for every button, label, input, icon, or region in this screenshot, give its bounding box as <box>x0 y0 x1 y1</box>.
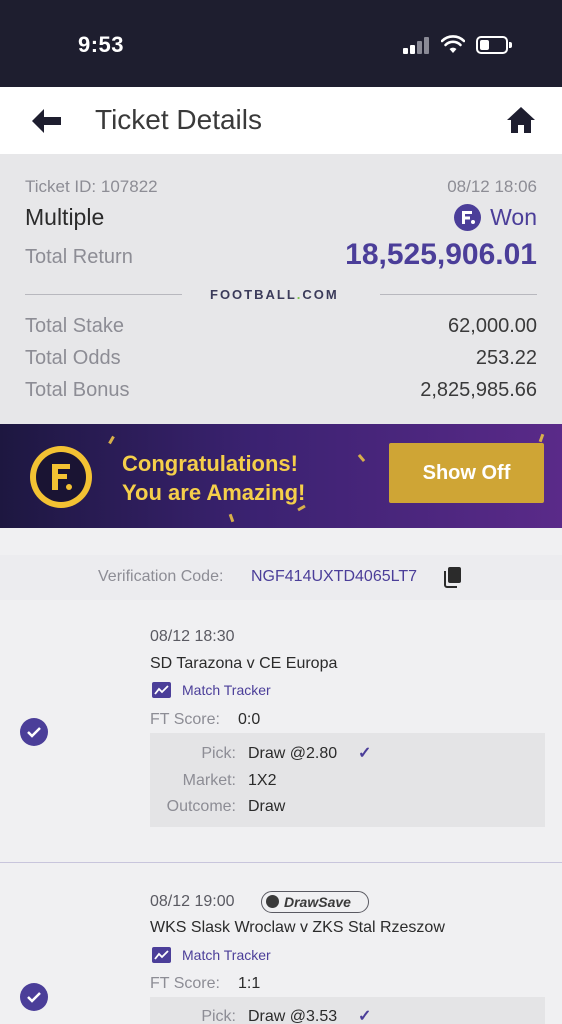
status-bar: 9:53 <box>0 0 562 87</box>
status-label: Won <box>490 204 537 230</box>
score-value: 0:0 <box>238 711 261 728</box>
pick-value: Draw @3.53 <box>248 1008 338 1024</box>
total-stake-label: Total Stake <box>25 315 124 337</box>
pick-check-icon: ✓ <box>358 745 372 762</box>
cellular-signal-icon <box>403 36 433 54</box>
congrats-banner: Congratulations! You are Amazing! Show O… <box>0 424 562 528</box>
pick-label: Pick: <box>201 745 236 762</box>
drawsave-icon <box>266 895 279 908</box>
home-icon[interactable] <box>505 105 537 135</box>
status-time: 9:53 <box>78 32 125 57</box>
verification-label: Verification Code: <box>98 568 224 585</box>
pick-box: Pick: Draw @3.53 ✓ <box>150 997 545 1024</box>
drawsave-badge: DrawSave <box>261 891 369 913</box>
battery-icon <box>476 36 512 54</box>
total-bonus-label: Total Bonus <box>25 379 130 401</box>
total-odds-label: Total Odds <box>25 347 121 369</box>
brand-logo: FOOTBALL.COM <box>210 287 339 302</box>
match-teams: SD Tarazona v CE Europa <box>150 655 338 672</box>
ticket-date: 08/12 18:06 <box>447 177 537 196</box>
bet-type: Multiple <box>25 204 105 230</box>
divider <box>380 294 537 295</box>
match-date: 08/12 19:00 <box>150 893 235 910</box>
pick-label: Pick: <box>201 1008 236 1024</box>
show-off-button[interactable]: Show Off <box>389 443 544 503</box>
won-status: Won <box>454 204 537 231</box>
pick-value: Draw @2.80 <box>248 745 338 762</box>
match-tracker-label: Match Tracker <box>182 682 271 698</box>
pick-box: Pick: Draw @2.80 ✓ Market: 1X2 Outcome: … <box>150 733 545 827</box>
verification-row: Verification Code: NGF414UXTD4065LT7 <box>0 555 562 600</box>
score-label: FT Score: <box>150 975 220 992</box>
chart-line-icon <box>152 947 171 963</box>
total-return-label: Total Return <box>25 246 133 268</box>
match-tracker-label: Match Tracker <box>182 947 271 963</box>
total-odds-value: 253.22 <box>475 347 537 369</box>
football-logo-icon <box>30 446 92 508</box>
ticket-summary: Ticket ID: 107822 08/12 18:06 Multiple W… <box>0 154 562 424</box>
back-arrow-icon[interactable] <box>30 107 64 135</box>
won-badge-icon <box>454 204 482 231</box>
app-header: Ticket Details <box>0 87 562 154</box>
copy-icon[interactable] <box>443 566 463 588</box>
check-circle-icon <box>20 983 48 1011</box>
total-stake-value: 62,000.00 <box>448 315 537 337</box>
check-circle-icon <box>20 718 48 746</box>
outcome-value: Draw <box>248 798 286 815</box>
total-return-value: 18,525,906.01 <box>345 238 537 271</box>
total-bonus-value: 2,825,985.66 <box>420 379 537 401</box>
ticket-id: Ticket ID: 107822 <box>25 177 158 196</box>
outcome-label: Outcome: <box>166 798 236 815</box>
match-teams: WKS Slask Wroclaw v ZKS Stal Rzeszow <box>150 919 445 936</box>
chart-line-icon <box>152 682 171 698</box>
match-date: 08/12 18:30 <box>150 628 235 645</box>
match-tracker-link[interactable]: Match Tracker <box>152 682 271 698</box>
score-label: FT Score: <box>150 711 220 728</box>
market-label: Market: <box>182 772 236 789</box>
page-title: Ticket Details <box>95 104 263 135</box>
verification-code: NGF414UXTD4065LT7 <box>251 568 417 585</box>
congrats-text: Congratulations! You are Amazing! <box>122 451 306 505</box>
market-value: 1X2 <box>248 772 277 789</box>
match-tracker-link[interactable]: Match Tracker <box>152 947 271 963</box>
score-value: 1:1 <box>238 975 261 992</box>
divider <box>25 294 182 295</box>
wifi-icon <box>441 35 465 53</box>
pick-check-icon: ✓ <box>358 1008 372 1024</box>
